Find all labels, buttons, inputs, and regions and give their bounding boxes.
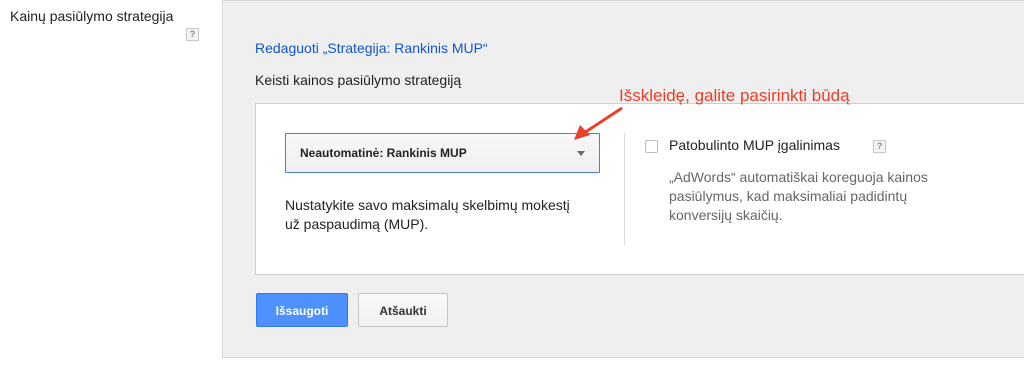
- help-icon[interactable]: ?: [186, 28, 199, 41]
- strategy-description: Nustatykite savo maksimalų skelbimų moke…: [285, 197, 570, 232]
- bid-strategy-label: Kainų pasiūlymo strategija: [10, 8, 174, 24]
- annotation-arrow-icon: [574, 106, 623, 140]
- edit-strategy-link[interactable]: Redaguoti „Strategija: Rankinis MUP“: [255, 40, 488, 56]
- enhanced-cpc-description: „AdWords“ automatiškai koreguoja kainos …: [669, 169, 928, 223]
- divider: [624, 133, 625, 245]
- change-strategy-title: Keisti kainos pasiūlymo strategiją: [255, 72, 462, 88]
- enhanced-cpc-checkbox[interactable]: [645, 140, 658, 153]
- annotation-callout: Išskleidę, galite pasirinkti būdą: [619, 86, 850, 105]
- enhanced-cpc-label: Patobulinto MUP įgalinimas: [669, 137, 840, 153]
- save-button[interactable]: Išsaugoti: [256, 293, 348, 327]
- strategy-select-value: Neautomatinė: Rankinis MUP: [300, 146, 467, 160]
- strategy-select[interactable]: Neautomatinė: Rankinis MUP: [285, 133, 600, 173]
- chevron-down-icon: [577, 151, 585, 156]
- cancel-button[interactable]: Atšaukti: [358, 293, 448, 327]
- help-icon[interactable]: ?: [873, 140, 886, 153]
